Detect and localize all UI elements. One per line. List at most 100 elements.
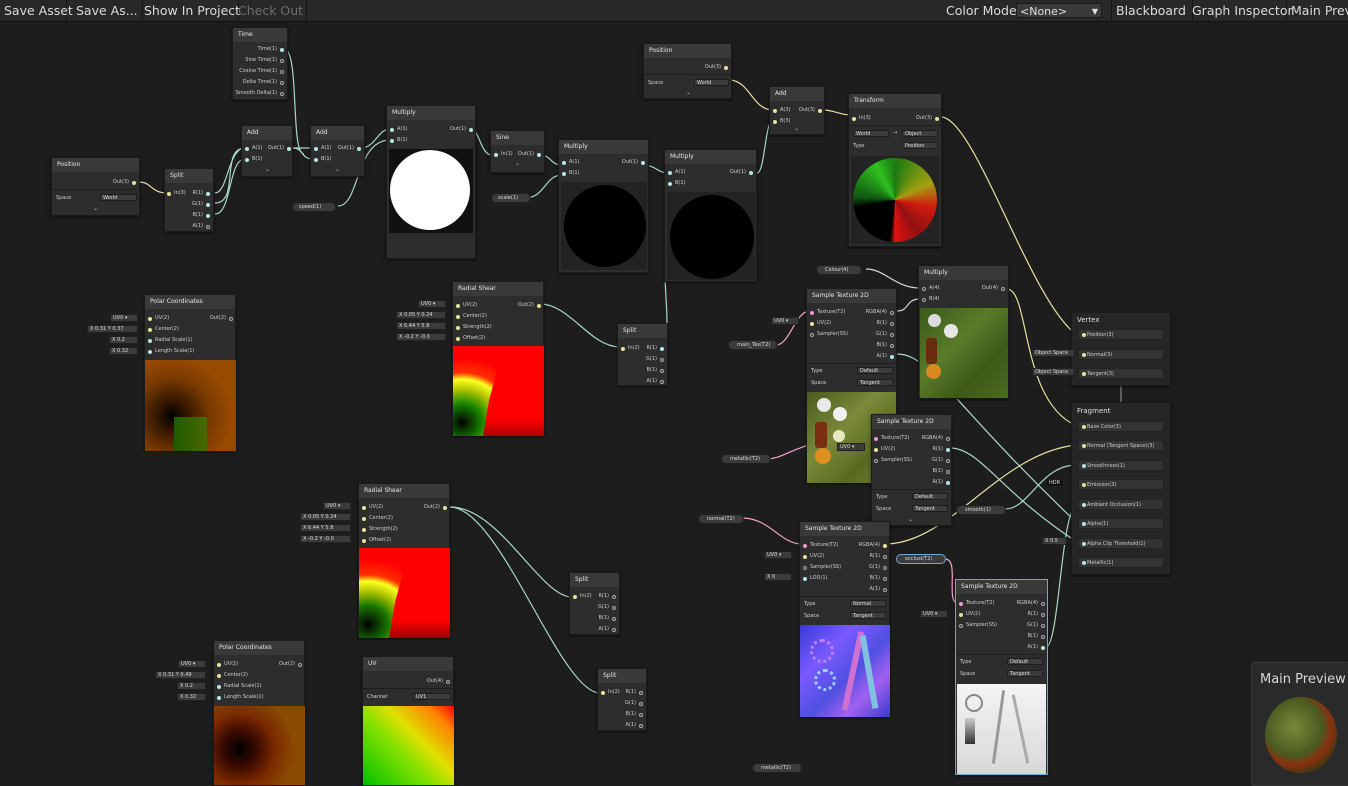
split-input[interactable]: In(2) — [573, 593, 592, 600]
uv-dropdown[interactable]: UV0 ▾ — [178, 660, 206, 668]
main-preview-panel[interactable]: Main Preview — [1251, 662, 1348, 786]
type-dropdown[interactable]: Normal — [850, 600, 886, 607]
multiply-b-input[interactable]: B(1) — [668, 180, 686, 187]
save-as-button[interactable]: Save As... — [72, 0, 143, 21]
sine-output[interactable]: Out(1) — [518, 151, 541, 158]
uv-dropdown[interactable]: UV0 ▾ — [110, 314, 138, 322]
space-dropdown[interactable]: World — [694, 79, 729, 86]
add-a-input[interactable]: A(1) — [245, 145, 263, 152]
alpha-clip-field[interactable]: X 0.5 — [1042, 537, 1067, 545]
uv-node[interactable]: UV Out(4) Channel UV1 — [362, 656, 454, 785]
show-in-project-button[interactable]: Show In Project — [140, 0, 240, 21]
radial-scale-input[interactable]: Radial Scale(1) — [217, 683, 262, 690]
length-scale-field[interactable]: X 0.32 — [177, 693, 206, 701]
multiply-node[interactable]: Multiply A(1) B(1) Out(1) — [386, 105, 476, 259]
split-a-output[interactable]: A(1) — [598, 626, 616, 633]
collapse-chevron-icon[interactable]: ⌄ — [908, 516, 913, 523]
type-dropdown[interactable]: Default — [1007, 658, 1043, 665]
main-tex-property-node[interactable]: main_Tex(T2) — [728, 340, 778, 350]
add-node[interactable]: Add A(1) B(1) Out(1) ⌄ — [310, 125, 365, 177]
split-input[interactable]: In(2) — [601, 689, 620, 696]
multiply-a-input[interactable]: A(4) — [922, 285, 940, 292]
metallic-property-node[interactable]: metallic(T2) — [752, 763, 802, 773]
collapse-chevron-icon[interactable]: ⌄ — [335, 166, 340, 173]
cosine-time-output[interactable]: Cosine Time(1) — [239, 68, 284, 75]
b-output[interactable]: B(1) — [869, 575, 887, 582]
transform-node[interactable]: Transform In(3) Out(3) World → Object Ty… — [848, 93, 942, 247]
sample-texture-2d-node[interactable]: Sample Texture 2D Texture(T2) UV(2) Samp… — [871, 414, 952, 526]
multiply-a-input[interactable]: A(1) — [390, 126, 408, 133]
smoothness-slot[interactable]: Smoothness(1) — [1078, 460, 1164, 471]
center-field[interactable]: X 0.05 Y 0.24 — [396, 311, 446, 319]
metallic-property-node[interactable]: metallic(T2) — [721, 454, 771, 464]
polar-output[interactable]: Out(2) — [210, 315, 233, 322]
sampler-input[interactable]: Sampler(SS) — [810, 331, 848, 338]
add-node[interactable]: Add A(1) B(1) Out(1) ⌄ — [241, 125, 293, 177]
radial-shear-output[interactable]: Out(2) — [518, 302, 541, 309]
center-input[interactable]: Center(2) — [148, 326, 179, 333]
collapse-chevron-icon[interactable]: ⌄ — [265, 166, 270, 173]
g-output[interactable]: G(1) — [1027, 622, 1045, 629]
radial-shear-node[interactable]: Radial Shear UV(2) Center(2) Strength(2)… — [452, 281, 544, 436]
uv-dropdown[interactable]: UV0 ▾ — [764, 551, 792, 559]
g-output[interactable]: G(1) — [869, 564, 887, 571]
split-b-output[interactable]: B(1) — [192, 212, 210, 219]
strength-field[interactable]: X 6.44 Y 5.8 — [396, 322, 446, 330]
split-node[interactable]: Split In(2) R(1) G(1) B(1) A(1) — [569, 572, 620, 635]
space-dropdown[interactable]: Tangent — [912, 505, 948, 512]
split-input[interactable]: In(2) — [621, 345, 640, 352]
a-output[interactable]: A(1) — [1027, 644, 1045, 651]
split-node[interactable]: Split In(3) R(1) G(1) B(1) A(1) — [164, 168, 214, 232]
uv-input[interactable]: UV(2) — [803, 553, 824, 560]
delta-time-output[interactable]: Delta Time(1) — [243, 79, 284, 86]
alpha-clip-slot[interactable]: Alpha Clip Threshold(1) — [1078, 538, 1164, 549]
scale-property-node[interactable]: scale(1) — [491, 193, 531, 203]
length-scale-field[interactable]: X 0.32 — [109, 347, 138, 355]
split-input[interactable]: In(3) — [167, 190, 186, 197]
tangent-space-field[interactable]: Object Space — [1032, 368, 1075, 376]
position-node[interactable]: Position Out(3) Space World ⌄ — [643, 43, 732, 99]
sine-input[interactable]: In(1) — [494, 151, 513, 158]
sine-node[interactable]: Sine In(1) Out(1) ⌄ — [490, 130, 545, 173]
add-b-input[interactable]: B(1) — [245, 156, 263, 163]
split-a-output[interactable]: A(1) — [625, 722, 643, 729]
rgba-output[interactable]: RGBA(4) — [922, 435, 950, 442]
a-output[interactable]: A(1) — [932, 479, 950, 486]
sampler-input[interactable]: Sampler(SS) — [803, 564, 841, 571]
lod-input[interactable]: LOD(1) — [803, 575, 827, 582]
uv-output[interactable]: Out(4) — [427, 678, 450, 685]
channel-dropdown[interactable]: UV1 — [413, 693, 451, 700]
space-dropdown[interactable]: Tangent — [1007, 670, 1043, 677]
center-field[interactable]: X 0.31 Y 0.37 — [87, 325, 138, 333]
transform-output[interactable]: Out(3) — [916, 115, 939, 122]
strength-input[interactable]: Strength(2) — [362, 526, 398, 533]
vertex-tangent-slot[interactable]: Tangent(3) — [1078, 368, 1164, 379]
collapse-chevron-icon[interactable]: ⌄ — [515, 160, 520, 167]
normal-property-node[interactable]: normal(T2) — [698, 514, 744, 524]
radial-shear-output[interactable]: Out(2) — [424, 504, 447, 511]
split-node[interactable]: Split In(2) R(1) G(1) B(1) A(1) — [617, 323, 668, 386]
b-output[interactable]: B(1) — [876, 342, 894, 349]
time-output[interactable]: Time(1) — [258, 46, 284, 53]
sampler-input[interactable]: Sampler(SS) — [874, 457, 912, 464]
space-dropdown[interactable]: Tangent — [857, 379, 893, 386]
speed-property-node[interactable]: speed(1) — [292, 202, 336, 212]
radial-scale-input[interactable]: Radial Scale(1) — [148, 337, 193, 344]
uv-input[interactable]: UV(2) — [959, 611, 980, 618]
hdr-badge[interactable]: HDR — [1046, 479, 1064, 487]
collapse-chevron-icon[interactable]: ⌄ — [686, 89, 691, 96]
colour-property-node[interactable]: Colour(4) — [816, 265, 862, 275]
vertex-block[interactable]: Vertex Position(3) Normal(3) Tangent(3) — [1071, 312, 1171, 386]
multiply-node[interactable]: Multiply A(4) B(4) Out(4) — [918, 265, 1009, 399]
center-field[interactable]: X 0.31 Y 0.49 — [155, 671, 206, 679]
split-b-output[interactable]: B(1) — [625, 711, 643, 718]
uv-input[interactable]: UV(2) — [456, 302, 477, 309]
g-output[interactable]: G(1) — [876, 331, 894, 338]
collapse-chevron-icon[interactable]: ⌄ — [794, 125, 799, 132]
split-g-output[interactable]: G(1) — [192, 201, 210, 208]
multiply-output[interactable]: Out(1) — [622, 159, 645, 166]
strength-input[interactable]: Strength(2) — [456, 324, 492, 331]
sample-texture-2d-node[interactable]: Sample Texture 2D Texture(T2) UV(2) Samp… — [955, 579, 1048, 775]
position-output[interactable]: Out(3) — [705, 64, 728, 71]
length-scale-input[interactable]: Length Scale(1) — [217, 694, 263, 701]
